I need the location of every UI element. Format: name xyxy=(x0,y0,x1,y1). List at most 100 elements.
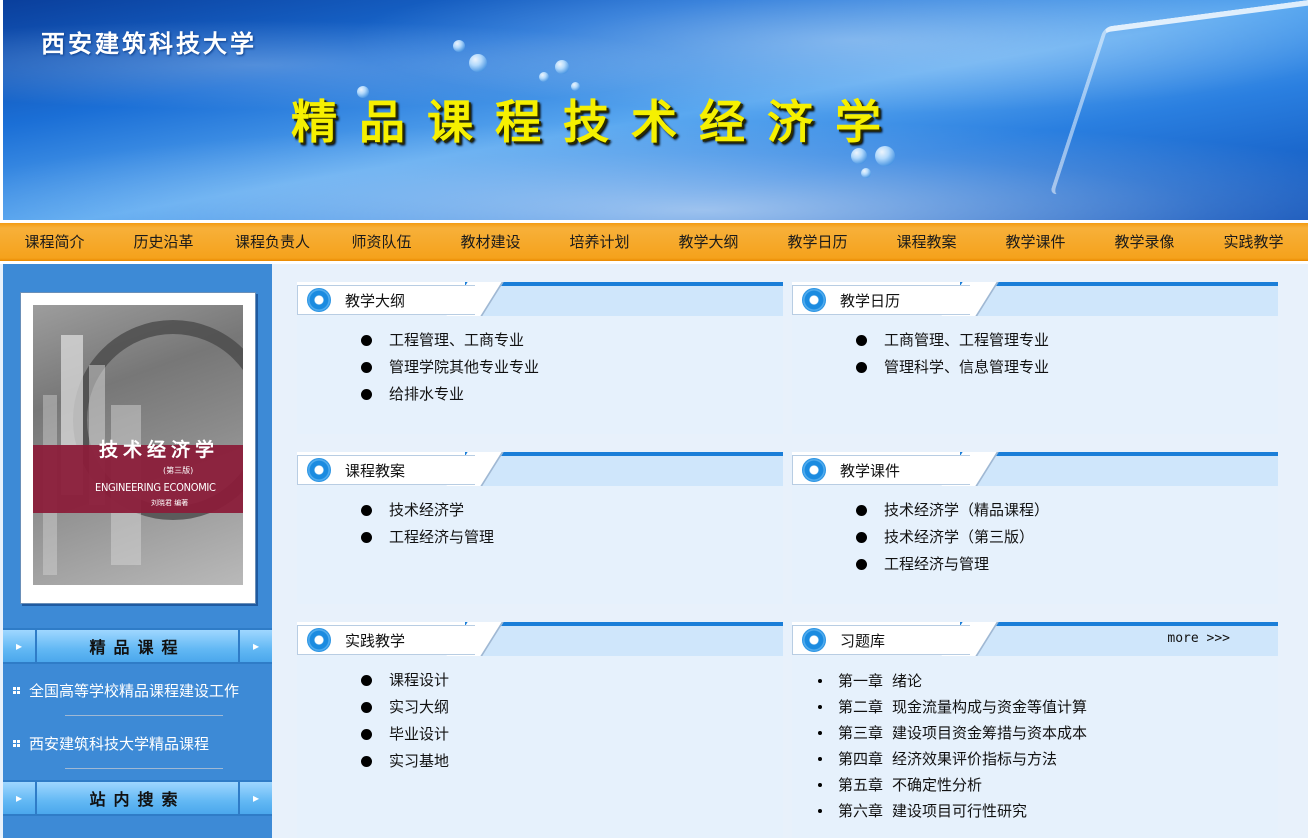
panel-calendar: 教学日历 工商管理、工程管理专业 管理科学、信息管理专业 xyxy=(792,282,1278,434)
panel-body: 第一章 绪论 第二章 现金流量构成与资金等值计算 第三章 建设项目资金筹措与资本成本 … xyxy=(792,656,1278,838)
nav-item-textbooks[interactable]: 教材建设 xyxy=(436,220,545,264)
panel-body: 技术经济学 工程经济与管理 xyxy=(297,486,783,604)
ring-icon xyxy=(802,458,826,482)
textbook-cover-image: 技术经济学 (第三版) ENGINEERING ECONOMIC 刘晓君 编著 xyxy=(33,305,243,585)
list-item-label: 毕业设计 xyxy=(389,725,450,743)
chapter-item[interactable]: 第四章 经济效果评价指标与方法 xyxy=(792,746,1278,772)
panel-title: 实践教学 xyxy=(345,632,406,650)
chapter-number: 第五章 xyxy=(838,776,884,794)
grid-bullet-icon xyxy=(13,740,20,747)
ring-icon xyxy=(802,628,826,652)
list-item[interactable]: 毕业设计 xyxy=(297,721,783,748)
bubble-icon xyxy=(861,168,871,178)
link-list: 技术经济学（精品课程） 技术经济学（第三版） 工程经济与管理 xyxy=(792,497,1278,578)
panel-header: 教学大纲 xyxy=(297,282,783,316)
sidebar: 技术经济学 (第三版) ENGINEERING ECONOMIC 刘晓君 编著 … xyxy=(3,264,272,838)
panel-syllabus: 教学大纲 工程管理、工商专业 管理学院其他专业专业 给排水专业 xyxy=(297,282,783,434)
sidebar-link-label: 全国高等学校精品课程建设工作 xyxy=(29,682,240,700)
list-item[interactable]: 管理学院其他专业专业 xyxy=(297,354,783,381)
chapter-name: 现金流量构成与资金等值计算 xyxy=(892,698,1088,716)
arrow-right-icon: ▸ xyxy=(3,782,37,814)
panel-header-band xyxy=(960,622,1278,656)
list-item[interactable]: 技术经济学（第三版） xyxy=(792,524,1278,551)
list-item-label: 管理学院其他专业专业 xyxy=(389,358,540,376)
chapter-name: 经济效果评价指标与方法 xyxy=(892,750,1058,768)
chapter-item[interactable]: 第二章 现金流量构成与资金等值计算 xyxy=(792,694,1278,720)
sidebar-header-label: 站内搜索 xyxy=(89,790,186,809)
course-title: 精品课程技术经济学 xyxy=(291,95,903,149)
list-item[interactable]: 工程管理、工商专业 xyxy=(297,327,783,354)
nav-item-videos[interactable]: 教学录像 xyxy=(1090,220,1199,264)
bullet-icon xyxy=(856,362,867,373)
bullet-icon xyxy=(361,505,372,516)
chapter-list: 第一章 绪论 第二章 现金流量构成与资金等值计算 第三章 建设项目资金筹措与资本成本 … xyxy=(792,668,1278,824)
bullet-icon xyxy=(856,335,867,346)
bullet-icon xyxy=(361,675,372,686)
list-item-label: 实习大纲 xyxy=(389,698,450,716)
bullet-icon xyxy=(818,783,822,787)
nav-item-training-plan[interactable]: 培养计划 xyxy=(545,220,654,264)
list-item-label: 技术经济学（第三版） xyxy=(884,528,1035,546)
textbook-cover-frame[interactable]: 技术经济学 (第三版) ENGINEERING ECONOMIC 刘晓君 编著 xyxy=(20,292,256,604)
main-nav: 课程简介 历史沿革 课程负责人 师资队伍 教材建设 培养计划 教学大纲 教学日历… xyxy=(0,220,1308,264)
chapter-number: 第六章 xyxy=(838,802,884,820)
panel-body: 工程管理、工商专业 管理学院其他专业专业 给排水专业 xyxy=(297,316,783,434)
bullet-icon xyxy=(818,757,822,761)
panel-header: 课程教案 xyxy=(297,452,783,486)
link-list: 工商管理、工程管理专业 管理科学、信息管理专业 xyxy=(792,327,1278,381)
chapter-item[interactable]: 第五章 不确定性分析 xyxy=(792,772,1278,798)
list-item-label: 工程管理、工商专业 xyxy=(389,331,525,349)
bullet-icon xyxy=(818,679,822,683)
panel-title: 习题库 xyxy=(840,632,886,650)
list-item-label: 技术经济学 xyxy=(389,501,465,519)
sidebar-link-university-quality-courses[interactable]: 西安建筑科技大学精品课程 xyxy=(13,733,209,754)
nav-item-course-intro[interactable]: 课程简介 xyxy=(0,220,109,264)
sidebar-link-label: 西安建筑科技大学精品课程 xyxy=(29,735,210,753)
bubble-icon xyxy=(539,72,549,82)
list-item[interactable]: 工程经济与管理 xyxy=(297,524,783,551)
bullet-icon xyxy=(818,705,822,709)
nav-item-courseware[interactable]: 教学课件 xyxy=(981,220,1090,264)
more-link[interactable]: more >>> xyxy=(1167,631,1230,646)
list-item-label: 工程经济与管理 xyxy=(389,528,495,546)
nav-item-calendar[interactable]: 教学日历 xyxy=(763,220,872,264)
list-item[interactable]: 实习基地 xyxy=(297,748,783,775)
chapter-name: 不确定性分析 xyxy=(892,776,983,794)
list-item-label: 技术经济学（精品课程） xyxy=(884,501,1050,519)
list-item[interactable]: 管理科学、信息管理专业 xyxy=(792,354,1278,381)
chapter-item[interactable]: 第一章 绪论 xyxy=(792,668,1278,694)
sidebar-header-label: 精品课程 xyxy=(89,638,186,657)
ring-icon xyxy=(307,288,331,312)
nav-item-course-leader[interactable]: 课程负责人 xyxy=(218,220,327,264)
nav-item-practice[interactable]: 实践教学 xyxy=(1199,220,1308,264)
bullet-icon xyxy=(818,809,822,813)
ring-icon xyxy=(307,458,331,482)
bullet-icon xyxy=(856,505,867,516)
panel-lesson-plans: 课程教案 技术经济学 工程经济与管理 xyxy=(297,452,783,604)
chapter-item[interactable]: 第三章 建设项目资金筹措与资本成本 xyxy=(792,720,1278,746)
link-list: 工程管理、工商专业 管理学院其他专业专业 给排水专业 xyxy=(297,327,783,408)
university-name: 西安建筑科技大学 xyxy=(41,29,257,58)
list-item[interactable]: 课程设计 xyxy=(297,667,783,694)
list-item[interactable]: 给排水专业 xyxy=(297,381,783,408)
list-item[interactable]: 技术经济学（精品课程） xyxy=(792,497,1278,524)
bullet-icon xyxy=(856,532,867,543)
chapter-name: 绪论 xyxy=(892,672,923,690)
list-item[interactable]: 工商管理、工程管理专业 xyxy=(792,327,1278,354)
list-item[interactable]: 技术经济学 xyxy=(297,497,783,524)
panel-title: 课程教案 xyxy=(345,462,406,480)
bullet-icon xyxy=(361,335,372,346)
chapter-item[interactable]: 第六章 建设项目可行性研究 xyxy=(792,798,1278,824)
bullet-icon xyxy=(361,532,372,543)
nav-item-syllabus[interactable]: 教学大纲 xyxy=(654,220,763,264)
nav-item-history[interactable]: 历史沿革 xyxy=(109,220,218,264)
nav-item-faculty[interactable]: 师资队伍 xyxy=(327,220,436,264)
panel-body: 课程设计 实习大纲 毕业设计 实习基地 xyxy=(297,656,783,838)
list-item[interactable]: 工程经济与管理 xyxy=(792,551,1278,578)
divider xyxy=(65,715,223,716)
list-item-label: 工程经济与管理 xyxy=(884,555,990,573)
nav-item-lesson-plans[interactable]: 课程教案 xyxy=(872,220,981,264)
sidebar-link-national-quality-courses[interactable]: 全国高等学校精品课程建设工作 xyxy=(13,680,239,701)
chapter-number: 第三章 xyxy=(838,724,884,742)
list-item[interactable]: 实习大纲 xyxy=(297,694,783,721)
